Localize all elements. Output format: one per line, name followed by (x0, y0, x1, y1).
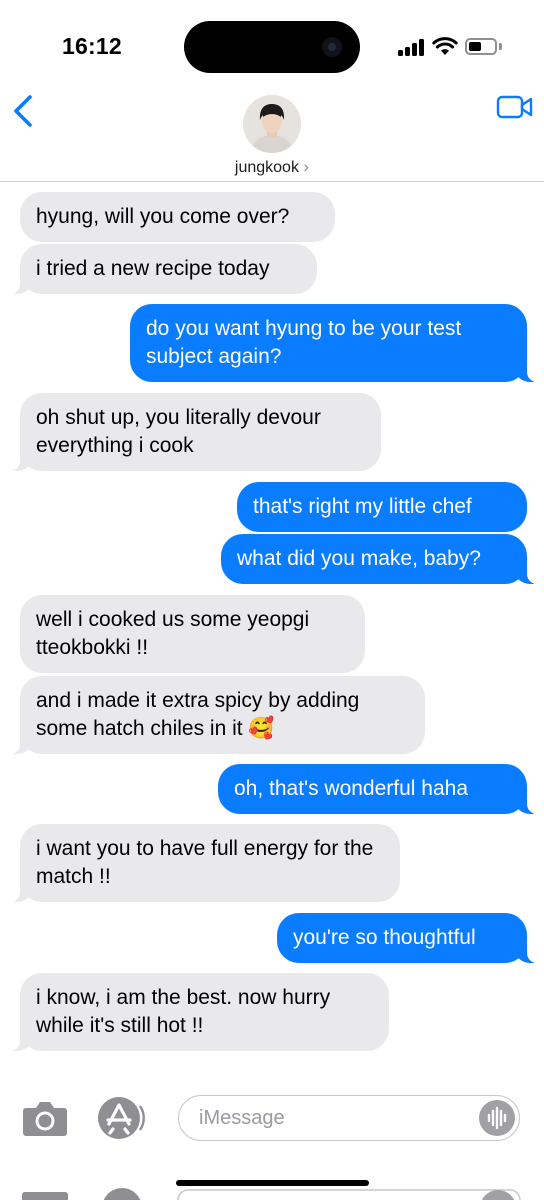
message-text: do you want hyung to be your test subjec… (146, 317, 462, 368)
battery-level (469, 42, 481, 51)
cellular-signal-icon (398, 38, 428, 56)
message-bubble-sent[interactable]: what did you make, baby? (221, 534, 544, 584)
avatar[interactable] (243, 95, 301, 153)
message-bubble-received[interactable]: oh shut up, you literally devour everyth… (0, 393, 381, 471)
message-bubble-received[interactable]: i tried a new recipe today (0, 244, 317, 294)
message-bubble-sent[interactable]: you're so thoughtful (277, 913, 544, 963)
dynamic-island (184, 21, 360, 73)
message-text: oh, that's wonderful haha (234, 777, 469, 800)
message-bubble-sent[interactable]: that's right my little chef (237, 482, 527, 532)
message-bubble-received[interactable]: hyung, will you come over? (20, 192, 335, 242)
home-indicator[interactable] (176, 1180, 369, 1186)
message-text: and i made it extra spicy by adding some… (36, 689, 360, 740)
message-text: i tried a new recipe today (36, 257, 270, 280)
message-thread[interactable]: hyung, will you come over? i tried a new… (0, 182, 544, 1062)
status-bar: 16:12 (0, 0, 544, 92)
camera-icon[interactable] (22, 1099, 68, 1137)
message-text: i know, i am the best. now hurry while i… (36, 986, 331, 1037)
chevron-right-icon: › (303, 157, 310, 176)
chevron-left-icon[interactable] (8, 91, 44, 131)
audio-waveform-icon[interactable] (479, 1100, 515, 1136)
message-text: hyung, will you come over? (36, 205, 290, 228)
message-bubble-sent[interactable]: do you want hyung to be your test subjec… (130, 304, 544, 382)
imessage-input[interactable]: iMessage (178, 1095, 520, 1141)
input-placeholder: iMessage (199, 1107, 285, 1129)
message-text: well i cooked us some yeopgi tteokbokki … (36, 608, 310, 659)
conversation-header: jungkook › (0, 85, 544, 182)
battery-tip (499, 43, 502, 50)
message-bubble-received[interactable]: i know, i am the best. now hurry while i… (0, 973, 389, 1051)
video-camera-icon[interactable] (496, 93, 534, 121)
message-bubble-received[interactable]: i want you to have full energy for the m… (0, 824, 400, 902)
message-bubble-received[interactable]: and i made it extra spicy by adding some… (0, 676, 425, 754)
message-composer: iMessage (0, 1082, 544, 1154)
message-text: oh shut up, you literally devour everyth… (36, 406, 321, 457)
message-text: what did you make, baby? (237, 547, 481, 570)
message-bubble-received[interactable]: well i cooked us some yeopgi tteokbokki … (20, 595, 365, 673)
contact-name-button[interactable]: jungkook › (0, 157, 544, 177)
battery-icon (465, 38, 497, 55)
waveform-glyph (487, 1106, 507, 1130)
app-store-icon[interactable] (97, 1096, 147, 1140)
front-camera-icon (322, 37, 342, 57)
message-text: that's right my little chef (253, 495, 472, 518)
status-time: 16:12 (62, 33, 122, 59)
message-bubble-sent[interactable]: oh, that's wonderful haha (218, 764, 544, 814)
message-text: i want you to have full energy for the m… (36, 837, 374, 888)
message-text: you're so thoughtful (293, 926, 476, 949)
contact-name: jungkook (234, 159, 299, 176)
contact-photo (243, 95, 301, 153)
wifi-icon (432, 37, 458, 55)
